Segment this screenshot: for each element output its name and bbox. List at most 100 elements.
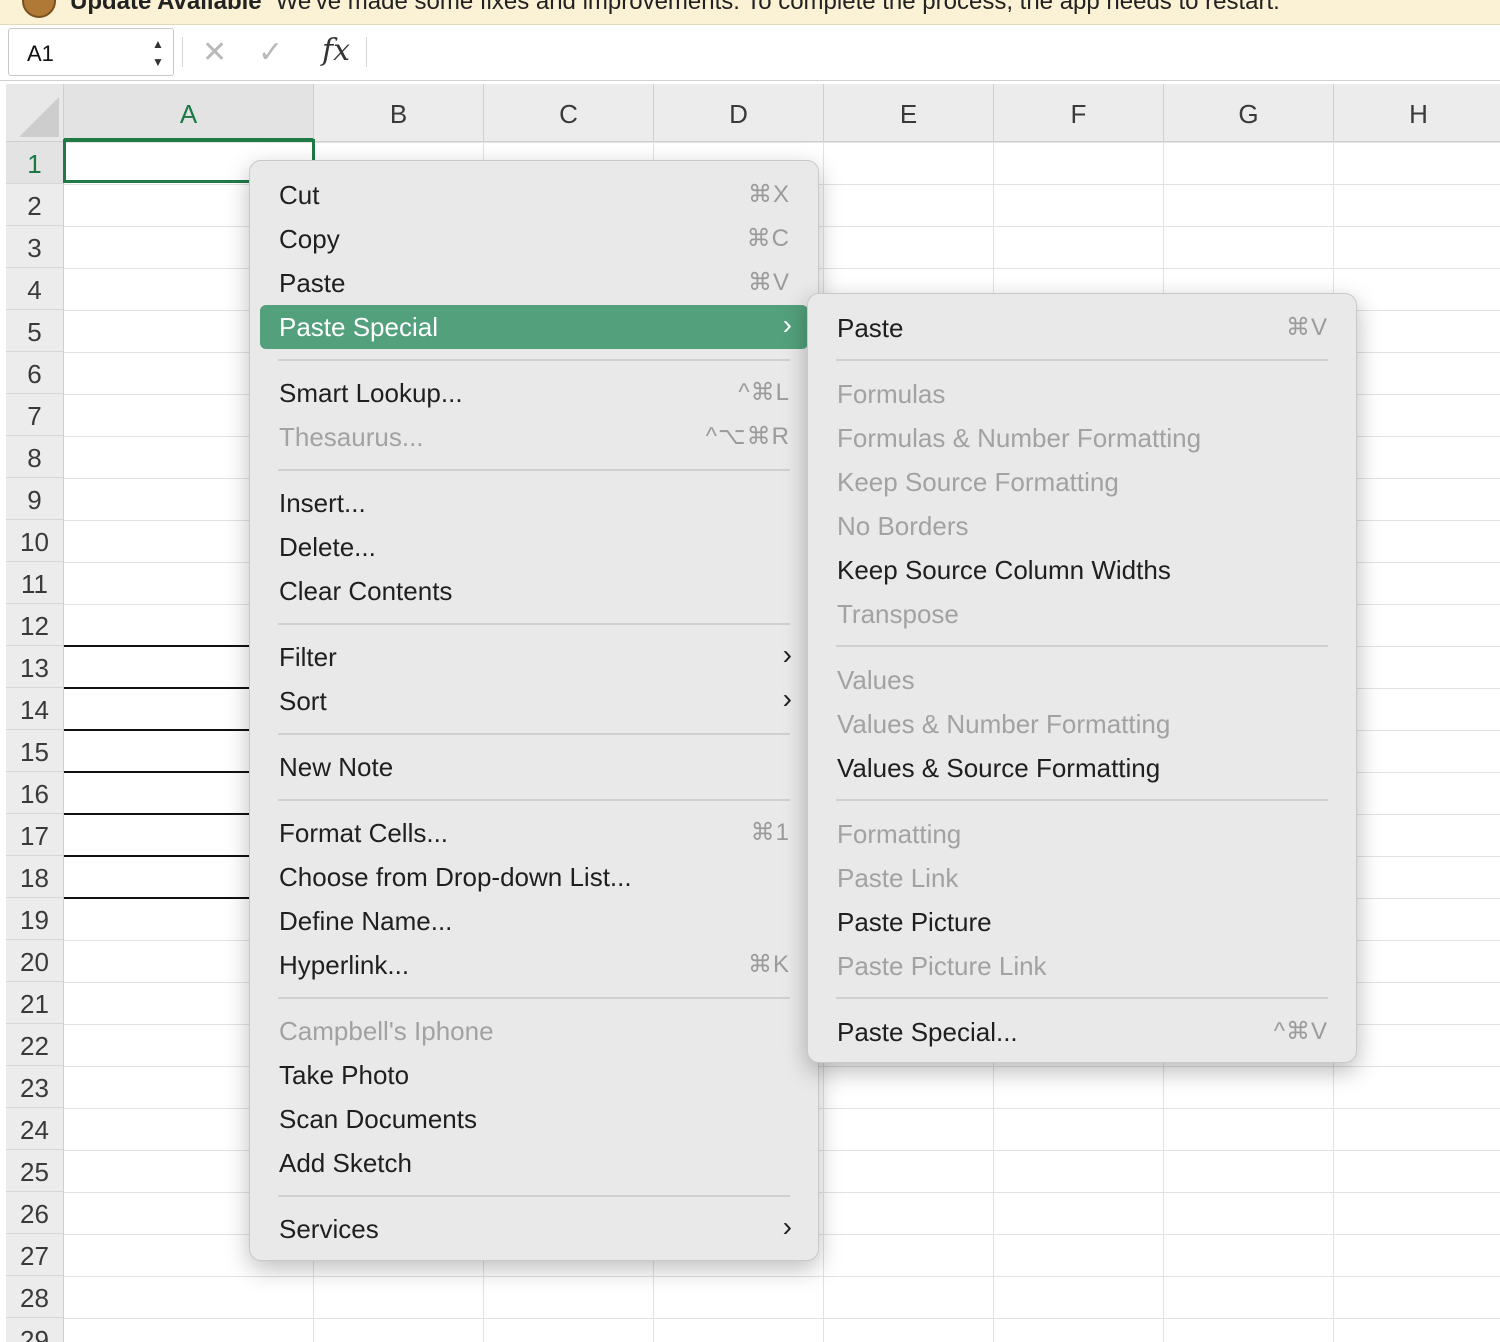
row-header-22[interactable]: 22	[6, 1024, 63, 1066]
row-header-16[interactable]: 16	[6, 772, 63, 814]
chevron-right-icon: ›	[782, 683, 792, 714]
column-header-f[interactable]: F	[994, 84, 1164, 141]
menu-item-choose-dropdown[interactable]: Choose from Drop-down List...	[260, 855, 808, 899]
submenu-item-values-number-formatting[interactable]: Values & Number Formatting	[818, 702, 1346, 746]
row-header-26[interactable]: 26	[6, 1192, 63, 1234]
row-header-27[interactable]: 27	[6, 1234, 63, 1276]
row-header-18[interactable]: 18	[6, 856, 63, 898]
submenu-item-values-source-formatting[interactable]: Values & Source Formatting	[818, 746, 1346, 790]
column-header-g[interactable]: G	[1164, 84, 1334, 141]
menu-item-format-cells[interactable]: Format Cells... ⌘1	[260, 811, 808, 855]
menu-item-label: Define Name...	[279, 906, 453, 936]
row-header-4[interactable]: 4	[6, 268, 63, 310]
menu-item-take-photo[interactable]: Take Photo	[260, 1053, 808, 1097]
submenu-item-paste-picture[interactable]: Paste Picture	[818, 900, 1346, 944]
menu-item-label: Filter	[279, 642, 337, 672]
menu-item-label: Formulas & Number Formatting	[837, 423, 1202, 453]
formula-input[interactable]	[372, 33, 1472, 73]
menu-item-label: Values & Number Formatting	[837, 709, 1171, 739]
menu-item-label: Cut	[279, 180, 320, 210]
row-header-2[interactable]: 2	[6, 184, 63, 226]
row-header-19[interactable]: 19	[6, 898, 63, 940]
submenu-item-paste[interactable]: Paste ⌘V	[818, 306, 1346, 350]
name-box[interactable]: A1 ▲ ▼	[8, 28, 174, 76]
submenu-item-paste-special-dialog[interactable]: Paste Special... ^⌘V	[818, 1010, 1346, 1054]
row-header-24[interactable]: 24	[6, 1108, 63, 1150]
row-header-1[interactable]: 1	[6, 142, 63, 184]
submenu-item-paste-picture-link[interactable]: Paste Picture Link	[818, 944, 1346, 988]
formula-bar-divider	[182, 37, 183, 67]
shortcut-label: ⌘V	[1285, 314, 1328, 341]
menu-item-define-name[interactable]: Define Name...	[260, 899, 808, 943]
submenu-item-no-borders[interactable]: No Borders	[818, 504, 1346, 548]
column-header-c[interactable]: C	[484, 84, 654, 141]
menu-item-filter[interactable]: Filter ›	[260, 635, 808, 679]
menu-item-clear-contents[interactable]: Clear Contents	[260, 569, 808, 613]
row-header-6[interactable]: 6	[6, 352, 63, 394]
row-header-20[interactable]: 20	[6, 940, 63, 982]
menu-item-paste-special[interactable]: Paste Special ›	[260, 305, 808, 349]
submenu-item-formulas[interactable]: Formulas	[818, 372, 1346, 416]
x-icon[interactable]: ✕	[202, 35, 227, 70]
menu-item-paste[interactable]: Paste ⌘V	[260, 261, 808, 305]
row-header-9[interactable]: 9	[6, 478, 63, 520]
menu-item-delete[interactable]: Delete...	[260, 525, 808, 569]
submenu-item-transpose[interactable]: Transpose	[818, 592, 1346, 636]
row-header-7[interactable]: 7	[6, 394, 63, 436]
submenu-item-keep-source-column-widths[interactable]: Keep Source Column Widths	[818, 548, 1346, 592]
menu-item-copy[interactable]: Copy ⌘C	[260, 217, 808, 261]
name-box-value[interactable]: A1	[27, 41, 54, 67]
menu-item-scan-documents[interactable]: Scan Documents	[260, 1097, 808, 1141]
row-header-3[interactable]: 3	[6, 226, 63, 268]
row-header-25[interactable]: 25	[6, 1150, 63, 1192]
row-header-13[interactable]: 13	[6, 646, 63, 688]
row-header-11[interactable]: 11	[6, 562, 63, 604]
shortcut-label: ⌘V	[747, 269, 790, 296]
menu-item-add-sketch[interactable]: Add Sketch	[260, 1141, 808, 1185]
select-all-button[interactable]	[6, 84, 64, 142]
menu-item-thesaurus[interactable]: Thesaurus... ^⌥⌘R	[260, 415, 808, 459]
row-header-29[interactable]: 29	[6, 1318, 63, 1342]
shortcut-label: ^⌥⌘R	[705, 423, 790, 450]
name-box-stepper-icon[interactable]: ▲ ▼	[151, 35, 165, 71]
banner-title: Update Available	[70, 0, 262, 15]
submenu-item-formatting[interactable]: Formatting	[818, 812, 1346, 856]
app-update-icon	[22, 0, 56, 18]
row-header-28[interactable]: 28	[6, 1276, 63, 1318]
row-header-23[interactable]: 23	[6, 1066, 63, 1108]
row-header-10[interactable]: 10	[6, 520, 63, 562]
submenu-item-paste-link[interactable]: Paste Link	[818, 856, 1346, 900]
row-header-21[interactable]: 21	[6, 982, 63, 1024]
cell-border	[64, 687, 254, 689]
submenu-item-formulas-number-formatting[interactable]: Formulas & Number Formatting	[818, 416, 1346, 460]
column-header-h[interactable]: H	[1334, 84, 1500, 141]
chevron-right-icon: ›	[782, 1211, 792, 1242]
submenu-item-keep-source-formatting[interactable]: Keep Source Formatting	[818, 460, 1346, 504]
check-icon[interactable]: ✓	[258, 35, 283, 70]
row-header-12[interactable]: 12	[6, 604, 63, 646]
menu-item-cut[interactable]: Cut ⌘X	[260, 173, 808, 217]
row-header-8[interactable]: 8	[6, 436, 63, 478]
column-header-b[interactable]: B	[314, 84, 484, 141]
row-header-17[interactable]: 17	[6, 814, 63, 856]
column-header-a[interactable]: A	[64, 84, 314, 141]
submenu-item-values[interactable]: Values	[818, 658, 1346, 702]
menu-item-sort[interactable]: Sort ›	[260, 679, 808, 723]
banner-message: We've made some fixes and improvements. …	[275, 0, 1280, 15]
column-header-d[interactable]: D	[654, 84, 824, 141]
menu-item-label: Values	[837, 665, 915, 695]
row-header-5[interactable]: 5	[6, 310, 63, 352]
column-header-e[interactable]: E	[824, 84, 994, 141]
menu-item-insert[interactable]: Insert...	[260, 481, 808, 525]
menu-item-label: Take Photo	[279, 1060, 410, 1090]
row-header-14[interactable]: 14	[6, 688, 63, 730]
menu-separator	[278, 997, 790, 999]
menu-item-hyperlink[interactable]: Hyperlink... ⌘K	[260, 943, 808, 987]
row-header-15[interactable]: 15	[6, 730, 63, 772]
menu-item-label: Paste Picture	[837, 907, 992, 937]
menu-item-services[interactable]: Services ›	[260, 1207, 808, 1251]
cell-border	[64, 771, 254, 773]
fx-icon[interactable]: fx	[322, 33, 350, 68]
menu-item-new-note[interactable]: New Note	[260, 745, 808, 789]
menu-item-smart-lookup[interactable]: Smart Lookup... ^⌘L	[260, 371, 808, 415]
